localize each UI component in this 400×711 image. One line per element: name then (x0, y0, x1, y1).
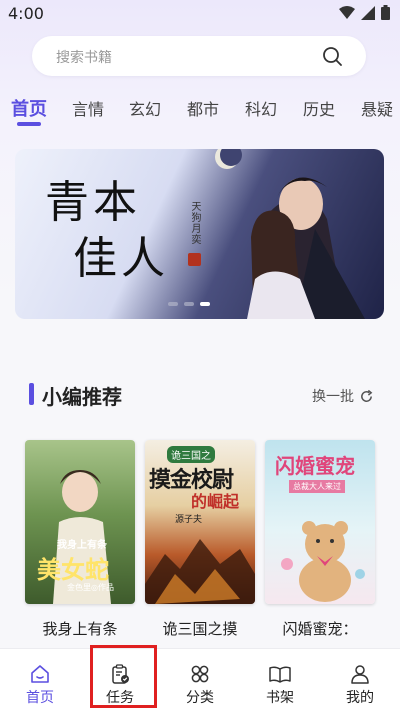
search-icon[interactable] (322, 46, 342, 66)
tab-urban[interactable]: 都市 (187, 96, 219, 120)
category-icon (191, 665, 209, 683)
task-icon (112, 664, 129, 684)
active-tab-indicator (17, 122, 41, 126)
banner-seal (188, 253, 201, 266)
wifi-icon (339, 5, 355, 19)
nav-task-label: 任务 (106, 690, 134, 706)
home-icon (31, 665, 49, 683)
tab-history[interactable]: 历史 (303, 96, 335, 120)
nav-home[interactable]: 首页 (0, 649, 80, 711)
book-cover-title: 闪婚蜜宠 (275, 454, 355, 478)
banner-author: 天狗月奕 (189, 201, 200, 245)
book-cover-text: 我身上有条 (57, 540, 107, 551)
banner-page-dots (168, 302, 210, 306)
section-title: 小编推荐 (42, 385, 122, 409)
nav-home-label: 首页 (26, 690, 54, 706)
bottom-nav: 首页 任务 分类 书架 我的 (0, 648, 400, 711)
tab-romance[interactable]: 言情 (72, 96, 104, 120)
book-item[interactable]: 诡三国之 摸金校尉 的崛起 源子夫 诡三国之摸 (145, 440, 255, 640)
search-placeholder: 搜索书籍 (56, 50, 112, 66)
book-cover[interactable]: 闪婚蜜宠 总裁大人来过 (265, 440, 375, 604)
book-cover-subtitle: 总裁大人来过 (289, 480, 345, 493)
book-title[interactable]: 诡三国之摸 (145, 618, 255, 640)
book-cover[interactable]: 诡三国之 摸金校尉 的崛起 源子夫 (145, 440, 255, 604)
nav-profile[interactable]: 我的 (320, 649, 400, 711)
battery-icon (381, 5, 390, 20)
book-cover-subtitle: 的崛起 (191, 492, 240, 511)
banner-title: 青本 佳人 (45, 175, 169, 287)
section-accent-bar (29, 383, 34, 405)
book-cover-art (281, 521, 365, 602)
book-cover-title: 美女蛇 (37, 555, 109, 584)
banner-title-line2: 佳人 (73, 233, 169, 284)
book-title[interactable]: 闪婚蜜宠： (265, 618, 375, 640)
nav-profile-label: 我的 (346, 690, 374, 706)
nav-category[interactable]: 分类 (160, 649, 240, 711)
refresh-button[interactable]: 换一批 (312, 386, 374, 406)
tab-scifi[interactable]: 科幻 (245, 96, 277, 120)
book-item[interactable]: 闪婚蜜宠 总裁大人来过 闪婚蜜宠： (265, 440, 375, 640)
book-item[interactable]: 我身上有条 美女蛇 金色里◎作品 我身上有条 (25, 440, 135, 640)
category-tabs: 首页 言情 玄幻 都市 科幻 历史 悬疑 (0, 96, 400, 132)
refresh-label: 换一批 (312, 389, 354, 405)
nav-bookshelf-label: 书架 (266, 690, 294, 706)
banner[interactable]: 青本 佳人 天狗月奕 (15, 149, 384, 319)
nav-task[interactable]: 任务 (80, 649, 160, 711)
bookshelf-icon (269, 666, 291, 683)
book-cover-text: 诡三国之 (167, 446, 215, 463)
status-icons (339, 5, 390, 20)
status-time: 4:00 (8, 4, 44, 23)
refresh-icon (361, 389, 373, 402)
signal-icon (361, 5, 375, 20)
tab-home[interactable]: 首页 (11, 95, 47, 121)
banner-title-line1: 青本 (45, 177, 141, 228)
tab-fantasy[interactable]: 玄幻 (129, 96, 161, 120)
search-input[interactable]: 搜索书籍 (32, 36, 366, 76)
nav-bookshelf[interactable]: 书架 (240, 649, 320, 711)
book-title[interactable]: 我身上有条 (25, 618, 135, 640)
tab-mystery[interactable]: 悬疑 (361, 96, 393, 120)
book-cover[interactable]: 我身上有条 美女蛇 金色里◎作品 (25, 440, 135, 604)
book-cover-art (145, 539, 255, 604)
profile-icon (351, 665, 369, 684)
nav-category-label: 分类 (186, 690, 214, 706)
book-cover-author: 金色里◎作品 (67, 583, 114, 592)
status-bar: 4:00 (0, 0, 400, 28)
